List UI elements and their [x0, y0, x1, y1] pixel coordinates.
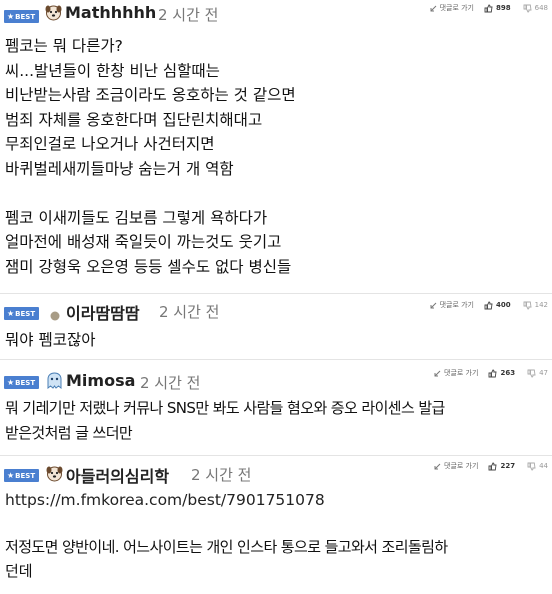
downvote-button[interactable]: 648 [523, 4, 548, 13]
comment-author[interactable]: 이라땀땀땀 [66, 300, 140, 324]
thumbs-down-icon [523, 4, 532, 12]
comment-line [5, 181, 296, 206]
thumbs-up-icon [484, 4, 493, 12]
comment-time: 2 시간 전 [159, 303, 220, 321]
comment-author[interactable]: Mimosa [66, 371, 135, 390]
comment-item: ★BEST Mathhhhh 2 시간 전 댓글로 가기 898 648 펨코는… [0, 0, 552, 294]
comment-item: ★BEST 아들러의심리학 2 시간 전 댓글로 가기 227 44 https… [0, 456, 552, 594]
comment-line: 뭐야 펨코잖아 [5, 331, 96, 349]
comment-body: 뭐 기레기만 저랬나 커뮤나 SNS만 봐도 사람들 혐오와 증오 라이센스 발… [5, 396, 445, 445]
comment-line: 던데 [5, 562, 33, 580]
comment-line: 범죄 자체를 옹호한다며 집단린치해대고 [5, 110, 263, 129]
comment-tools: 댓글로 가기 400 142 [430, 298, 548, 312]
best-badge: ★BEST [4, 469, 39, 482]
thumbs-down-icon [527, 462, 536, 470]
comment-line: 얼마전에 배성재 죽일듯이 까는것도 웃기고 [5, 233, 282, 251]
downvote-button[interactable]: 142 [523, 301, 548, 310]
thumbs-up-icon [484, 301, 493, 309]
comment-line: 뭐 기레기만 저랬나 커뮤나 SNS만 봐도 사람들 혐오와 증오 라이센스 발… [5, 399, 445, 417]
comment-time: 2 시간 전 [191, 466, 252, 484]
comment-author[interactable]: Mathhhhh [65, 3, 156, 22]
comment-line: 비난받는사람 조금이라도 옹호하는 것 같으면 [5, 86, 296, 104]
blue-ghost-icon[interactable] [46, 372, 63, 390]
comment-body: 펨코는 뭐 다른가? 씨...발년들이 한창 비난 심할때는 비난받는사람 조금… [5, 34, 296, 279]
gray-dot-icon[interactable] [50, 306, 60, 321]
comment-body: https://m.fmkorea.com/best/7901751078 저정… [5, 488, 448, 584]
go-to-reply-button[interactable]: 댓글로 가기 [430, 300, 474, 310]
thumbs-down-icon [527, 369, 536, 377]
thumbs-down-icon [523, 301, 532, 309]
go-to-reply-button[interactable]: 댓글로 가기 [434, 461, 478, 471]
comment-line: 저정도면 양반이네. 어느사이트는 개인 인스타 통으로 들고와서 조리돌림하 [5, 537, 448, 556]
reply-arrow-icon [430, 5, 436, 11]
comment-tools: 댓글로 가기 263 47 [434, 366, 548, 380]
puppy-face-icon[interactable] [46, 465, 63, 482]
comment-line: 받은것처럼 글 쓰더만 [5, 423, 133, 442]
upvote-button[interactable]: 898 [484, 4, 511, 13]
best-badge: ★BEST [4, 307, 39, 320]
best-badge: ★BEST [4, 10, 39, 23]
upvote-button[interactable]: 263 [488, 369, 515, 378]
go-to-reply-button[interactable]: 댓글로 가기 [430, 3, 474, 13]
comment-line: 잼미 강형욱 오은영 등등 셀수도 없다 병신들 [5, 257, 292, 276]
thumbs-up-icon [489, 462, 497, 470]
comment-line: 펨코는 뭐 다른가? [5, 37, 123, 55]
downvote-button[interactable]: 47 [527, 369, 548, 378]
reply-arrow-icon [434, 463, 441, 469]
comment-tools: 댓글로 가기 227 44 [434, 459, 548, 473]
upvote-button[interactable]: 400 [484, 301, 511, 310]
go-to-reply-button[interactable]: 댓글로 가기 [434, 368, 478, 378]
comment-line: 무죄인걸로 나오거나 사건터지면 [5, 135, 215, 153]
comment-item: ★BEST Mimosa 2 시간 전 댓글로 가기 263 47 뭐 기레기만… [0, 360, 552, 456]
reply-arrow-icon [430, 302, 436, 308]
comment-time: 2 시간 전 [158, 6, 219, 24]
comment-line: 펨코 이새끼들도 김보름 그렇게 욕하다가 [5, 208, 268, 227]
downvote-button[interactable]: 44 [527, 462, 548, 471]
comment-tools: 댓글로 가기 898 648 [430, 1, 548, 15]
puppy-face-icon[interactable] [45, 4, 62, 21]
comment-time: 2 시간 전 [140, 374, 201, 392]
comment-line: 바퀴벌레새끼들마냥 숨는거 개 역함 [5, 159, 234, 178]
comment-body: 뭐야 펨코잖아 [5, 328, 96, 353]
comment-link[interactable]: https://m.fmkorea.com/best/7901751078 [5, 488, 448, 513]
thumbs-up-icon [489, 369, 497, 377]
upvote-button[interactable]: 227 [488, 462, 515, 471]
best-badge: ★BEST [4, 376, 39, 389]
comment-item: ★BEST 이라땀땀땀 2 시간 전 댓글로 가기 400 142 뭐야 펨코잖… [0, 294, 552, 360]
comment-line: 씨...발년들이 한창 비난 심할때는 [5, 61, 220, 80]
comment-author[interactable]: 아들러의심리학 [66, 463, 169, 487]
reply-arrow-icon [434, 370, 441, 376]
